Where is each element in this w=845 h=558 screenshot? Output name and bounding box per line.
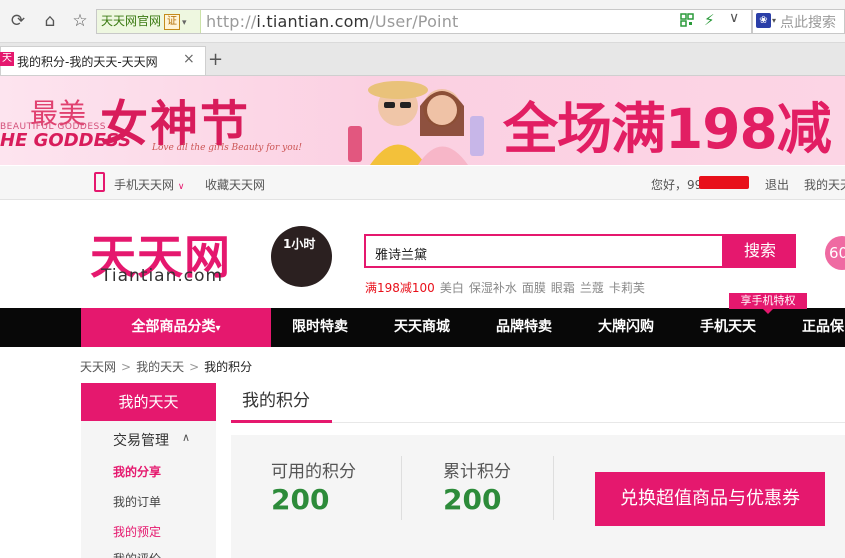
redacted-username [699,176,749,189]
phone-icon [94,172,105,192]
sidebar-item-my-reservations[interactable]: 我的预定 [113,523,161,540]
chevron-down-icon: ▾ [182,18,187,28]
cart-count-badge[interactable]: 60 [825,236,845,270]
sidebar-item-my-reviews[interactable]: 我的评价 [113,550,161,558]
hot-word[interactable]: 兰蔻 [580,281,604,295]
chevron-up-icon[interactable]: ∧ [182,431,190,444]
lightning-icon[interactable]: ⚡ [704,11,715,29]
hot-search-words: 满198减100 美白 保湿补水 面膜 眼霜 兰蔻 卡莉芙 [365,279,650,296]
sidebar-item-my-share[interactable]: 我的分享 [113,463,161,480]
mobile-site-label: 手机天天网 [114,178,175,192]
breadcrumb-my-tiantian[interactable]: 我的天天 [136,360,184,374]
sidebar-item-my-orders[interactable]: 我的订单 [113,493,161,510]
mobile-privilege-tag: 享手机特权 [729,293,807,314]
site-verified-badge[interactable]: 天天网官网证 ▾ [97,10,201,33]
chevron-down-icon: ∨ [177,182,185,192]
favorite-site-link[interactable]: 收藏天天网 [205,176,265,193]
breadcrumb: 天天网 > 我的天天 > 我的积分 [80,358,252,375]
cumulative-points-label: 累计积分 [443,462,511,482]
hot-word[interactable]: 保湿补水 [469,281,517,295]
banner-promo: 全场满198减 [503,97,832,161]
one-hour-label: 1小时 [283,237,316,251]
url-path: /User/Point [369,12,459,31]
logout-link[interactable]: 退出 [765,176,789,193]
qr-code-icon[interactable] [680,13,694,27]
divider [401,456,402,520]
tab-active-underline [231,420,332,423]
nav-item-mobile[interactable]: 手机天天 [700,308,756,347]
sidebar-title[interactable]: 我的天天 [81,383,216,421]
nav-item-big-brand[interactable]: 大牌闪购 [598,308,654,347]
mobile-site-link[interactable]: 手机天天网 ∨ [114,176,184,193]
site-badge-label: 天天网官网 [101,14,162,28]
hot-word[interactable]: 卡莉芙 [609,281,645,295]
search-button[interactable]: 搜索 [724,234,796,268]
url-host: i.tiantian.com [256,12,370,31]
home-icon[interactable]: ⌂ [38,9,62,33]
url-text[interactable]: http://i.tiantian.com/User/Point [206,11,459,32]
engine-chevron-icon[interactable]: ▾ [772,16,776,25]
greeting-text: 您好，99 [651,178,703,192]
url-scheme: http:// [206,12,257,31]
paw-search-engine-icon[interactable]: ❀ [756,13,771,28]
breadcrumb-home[interactable]: 天天网 [80,360,116,374]
refresh-icon[interactable]: ⟳ [6,9,30,33]
tab-title: 我的积分-我的天天-天天网 [17,55,158,69]
available-points-value: 200 [271,483,330,516]
tab-close-icon[interactable]: × [183,51,195,67]
my-account-link[interactable]: 我的天天 [804,176,845,193]
site-logo-domain: Tiantian.com [101,266,224,286]
cumulative-points-value: 200 [443,483,502,516]
certificate-icon: 证 [164,13,181,30]
search-input-value: 雅诗兰黛 [375,248,428,263]
tab-my-points[interactable]: 我的积分 [242,386,310,411]
bookmark-star-icon[interactable]: ☆ [68,9,92,33]
sidebar-section-trade[interactable]: 交易管理 [113,430,169,450]
available-points-label: 可用的积分 [271,462,356,482]
divider [553,456,554,520]
nav-item-brand-sale[interactable]: 品牌特卖 [496,308,552,347]
banner-script: Love all the girls Beauty for you! [152,143,303,153]
nav-item-genuine[interactable]: 正品保 [802,308,844,347]
new-tab-button[interactable]: + [208,49,223,70]
nav-item-mall[interactable]: 天天商城 [394,308,450,347]
all-categories-menu[interactable]: 全部商品分类▾ [81,308,271,347]
exchange-points-button[interactable]: 兑换超值商品与优惠券 [595,472,825,526]
hot-word[interactable]: 美白 [440,281,464,295]
browser-search-placeholder: 点此搜索 [780,15,836,31]
banner-models-image [340,76,490,165]
all-categories-label: 全部商品分类 [131,319,216,335]
nav-item-flash-sale[interactable]: 限时特卖 [292,308,348,347]
chevron-right-icon: > [189,360,200,374]
chevron-right-icon: > [121,360,132,374]
dropdown-chevron-icon[interactable]: ∨ [729,10,739,26]
hot-word[interactable]: 满198减100 [365,281,435,295]
hot-word[interactable]: 眼霜 [551,281,575,295]
breadcrumb-current: 我的积分 [204,360,253,374]
chevron-down-icon: ▾ [215,323,221,334]
tab-favicon: 天 [0,52,14,66]
hot-word[interactable]: 面膜 [522,281,546,295]
